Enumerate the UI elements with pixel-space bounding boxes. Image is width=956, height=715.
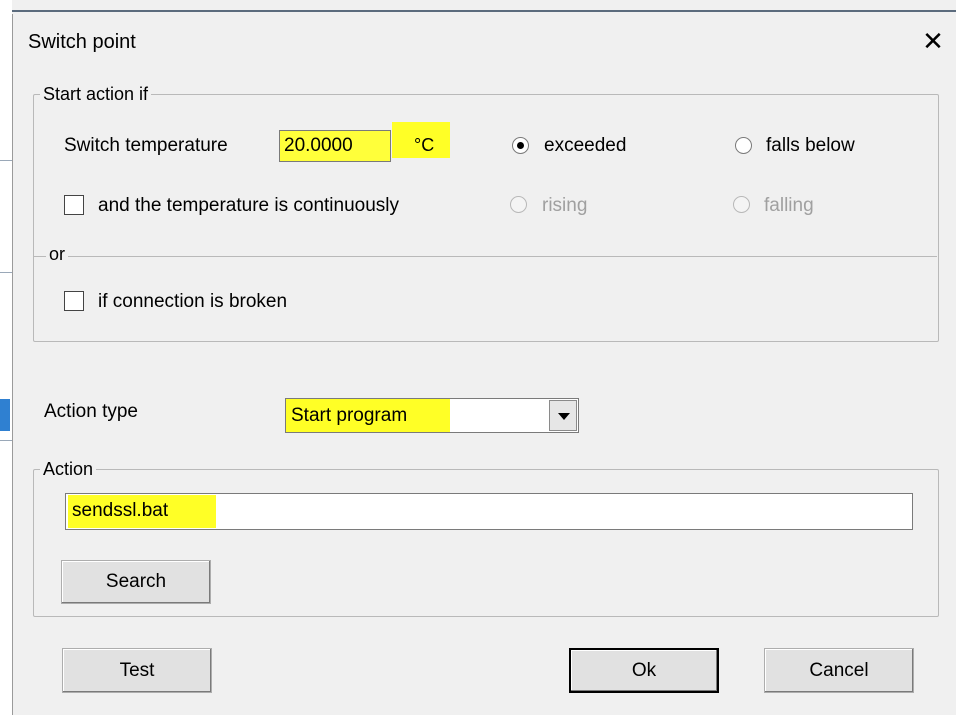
connection-broken-checkbox[interactable] — [64, 291, 84, 311]
search-button[interactable]: Search — [61, 560, 211, 604]
exceeded-label: exceeded — [544, 135, 627, 156]
dropdown-button[interactable] — [549, 400, 577, 431]
exceeded-radio[interactable] — [512, 137, 529, 154]
action-input-value: sendssl.bat — [72, 500, 169, 521]
or-label: or — [46, 244, 69, 265]
background-divider — [0, 272, 12, 273]
dialog-title: Switch point — [28, 31, 136, 53]
action-legend: Action — [43, 459, 94, 479]
or-separator — [33, 256, 937, 257]
unit-label: °C — [414, 135, 435, 155]
continuous-checkbox[interactable] — [64, 195, 84, 215]
switch-temperature-label: Switch temperature — [64, 135, 228, 156]
falling-radio[interactable] — [733, 196, 750, 213]
rising-radio[interactable] — [510, 196, 527, 213]
continuous-label: and the temperature is continuously — [98, 195, 400, 216]
dialog-top-border — [12, 10, 956, 12]
ok-button[interactable]: Ok — [569, 648, 719, 693]
background-selection — [0, 399, 10, 431]
connection-broken-label: if connection is broken — [98, 291, 288, 312]
rising-label: rising — [542, 195, 588, 216]
action-type-select[interactable]: Start program — [285, 398, 579, 433]
switch-temperature-input[interactable]: 20.0000 — [279, 130, 391, 162]
chevron-down-icon — [558, 413, 570, 420]
screen: Switch point ✕ Start action if Switch te… — [0, 0, 956, 715]
background-divider — [0, 440, 12, 441]
falling-label: falling — [764, 195, 814, 216]
falls-below-radio[interactable] — [735, 137, 752, 154]
test-button[interactable]: Test — [62, 648, 212, 693]
cancel-button[interactable]: Cancel — [764, 648, 914, 693]
background-divider — [0, 160, 12, 161]
falls-below-label: falls below — [766, 135, 855, 156]
action-type-label: Action type — [44, 401, 138, 422]
action-type-value: Start program — [286, 399, 450, 432]
close-icon[interactable]: ✕ — [918, 26, 948, 56]
background-window — [0, 0, 12, 715]
start-action-legend: Start action if — [43, 84, 149, 104]
